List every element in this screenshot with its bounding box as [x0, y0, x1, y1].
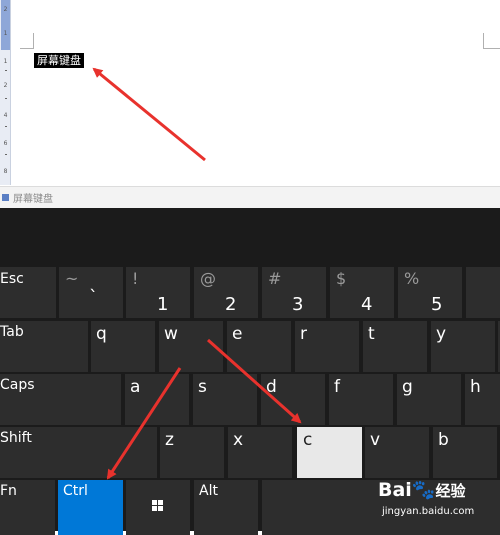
- ruler-number: 4: [3, 112, 8, 119]
- key-label: e: [232, 324, 243, 344]
- key-shift-label: @: [200, 269, 216, 288]
- key-label: `: [89, 287, 98, 308]
- key-y[interactable]: y: [431, 321, 495, 372]
- ruler-number: 6: [3, 140, 8, 147]
- keyboard-app-icon: [2, 194, 9, 201]
- key-shift[interactable]: Shift: [0, 427, 157, 478]
- key-label: Alt: [199, 483, 218, 499]
- key-shift-label: #: [268, 269, 282, 288]
- key-label: Fn: [0, 483, 17, 499]
- key-label: 5: [431, 294, 443, 315]
- key-shift-label: !: [132, 269, 139, 288]
- key-e[interactable]: e: [227, 321, 291, 372]
- key-label: Caps: [0, 377, 35, 393]
- key-q[interactable]: q: [91, 321, 155, 372]
- key-label: f: [334, 377, 340, 397]
- key-label: t: [368, 324, 375, 344]
- key-label: b: [438, 430, 449, 450]
- key-label: c: [303, 430, 313, 450]
- ruler-tick: [5, 70, 7, 71]
- key-label: Shift: [0, 430, 32, 446]
- ruler-number: 8: [3, 168, 8, 175]
- key-esc[interactable]: Esc: [0, 267, 56, 318]
- key-shift-label: $: [336, 269, 347, 288]
- key-c[interactable]: c: [297, 427, 362, 478]
- key-label: 2: [225, 294, 237, 315]
- key-d[interactable]: d: [261, 374, 325, 425]
- key-z[interactable]: z: [160, 427, 224, 478]
- key-label: Esc: [0, 271, 24, 287]
- watermark-url: jingyan.baidu.com: [382, 506, 475, 517]
- osk-title-bar[interactable]: 屏幕键盘: [0, 186, 500, 208]
- key-5[interactable]: % 5: [398, 267, 462, 318]
- key-w[interactable]: w: [159, 321, 223, 372]
- key-windows[interactable]: [126, 480, 190, 535]
- key-4[interactable]: $ 4: [330, 267, 394, 318]
- key-backtick[interactable]: ~ `: [59, 267, 123, 318]
- key-label: y: [436, 324, 447, 344]
- ruler-number: 1: [3, 30, 8, 37]
- selected-text[interactable]: 屏幕键盘: [34, 53, 84, 68]
- windows-logo-icon: [152, 500, 164, 512]
- key-alt[interactable]: Alt: [194, 480, 258, 535]
- brand-suffix: 经验: [435, 482, 466, 500]
- ruler-tick: [5, 98, 7, 99]
- key-label: d: [266, 377, 277, 397]
- key-label: s: [198, 377, 207, 397]
- margin-corner-mark: [483, 48, 500, 49]
- key-f[interactable]: f: [329, 374, 393, 425]
- key-label: r: [300, 324, 307, 344]
- ruler-number: 2: [3, 82, 8, 89]
- key-b[interactable]: b: [433, 427, 497, 478]
- key-g[interactable]: g: [397, 374, 461, 425]
- key-v[interactable]: v: [365, 427, 429, 478]
- key-ctrl[interactable]: Ctrl: [58, 480, 123, 535]
- key-label: Ctrl: [63, 483, 88, 499]
- margin-corner-mark: [20, 48, 34, 49]
- key-label: a: [130, 377, 141, 397]
- key-fn[interactable]: Fn: [0, 480, 55, 535]
- key-label: h: [470, 377, 481, 397]
- key-tab[interactable]: Tab: [0, 321, 88, 372]
- brand-prefix: Bai: [378, 479, 412, 501]
- ruler-tick: [5, 126, 7, 127]
- key-label: 1: [157, 294, 169, 315]
- key-r[interactable]: r: [295, 321, 359, 372]
- key-s[interactable]: s: [193, 374, 257, 425]
- key-label: Tab: [0, 324, 24, 340]
- key-label: z: [165, 430, 174, 450]
- key-shift-label: ~: [65, 269, 79, 288]
- vertical-ruler: 2 1 1 2 4 6 8: [0, 0, 11, 185]
- document-page[interactable]: 2 1 1 2 4 6 8 屏幕键盘: [0, 0, 500, 185]
- ruler-number: 2: [3, 6, 8, 13]
- key-2[interactable]: @ 2: [194, 267, 258, 318]
- key-label: q: [96, 324, 107, 344]
- ruler-number: 1: [3, 58, 8, 65]
- baidu-jingyan-watermark: Bai🐾经验 jingyan.baidu.com: [378, 478, 500, 530]
- window-title: 屏幕键盘: [13, 194, 53, 205]
- key-3[interactable]: # 3: [262, 267, 326, 318]
- key-a[interactable]: a: [125, 374, 189, 425]
- key-label: w: [164, 324, 178, 344]
- key-label: g: [402, 377, 413, 397]
- key-label: v: [370, 430, 381, 450]
- margin-corner-mark: [483, 33, 484, 49]
- ruler-tick: [5, 154, 7, 155]
- key-shift-label: %: [404, 269, 420, 288]
- key-caps-lock[interactable]: Caps: [0, 374, 121, 425]
- key-label: 3: [292, 294, 304, 315]
- key-label: x: [233, 430, 244, 450]
- key-t[interactable]: t: [363, 321, 427, 372]
- margin-corner-mark: [33, 33, 34, 49]
- key-label: 4: [361, 294, 373, 315]
- key-h[interactable]: h: [465, 374, 500, 425]
- paw-icon: 🐾: [411, 479, 436, 501]
- key-x[interactable]: x: [228, 427, 292, 478]
- key-1[interactable]: ! 1: [126, 267, 190, 318]
- watermark-brand: Bai🐾经验: [378, 478, 466, 501]
- key-6-partial[interactable]: [466, 267, 500, 318]
